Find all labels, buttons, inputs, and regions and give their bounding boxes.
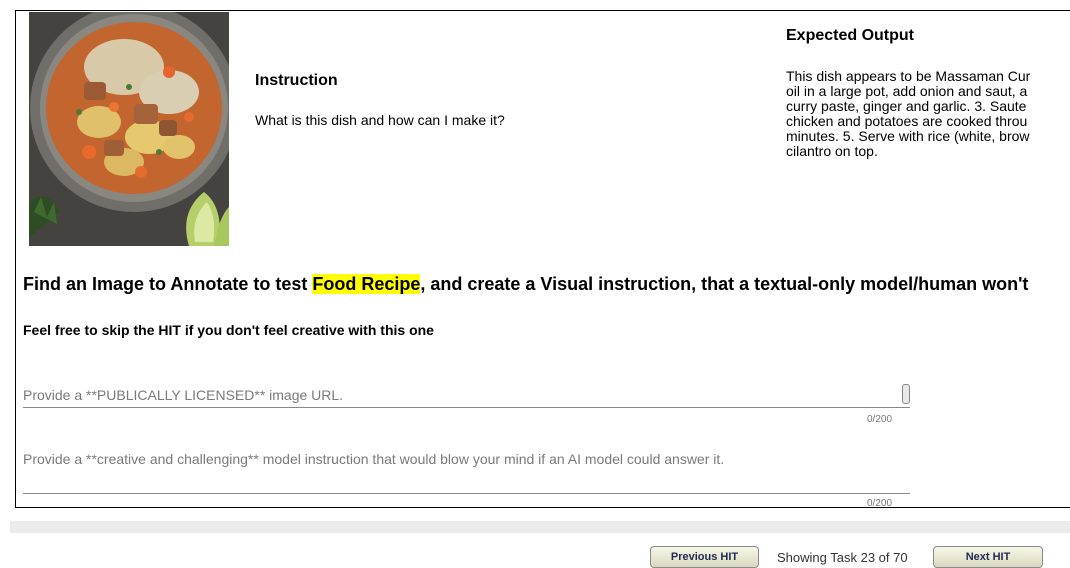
expected-output-text: This dish appears to be Massaman Cur oil…: [786, 69, 1070, 159]
model-instruction-field: [23, 451, 910, 494]
next-hit-button[interactable]: Next HIT: [933, 546, 1043, 568]
model-instruction-input[interactable]: [23, 451, 893, 467]
expected-output-line: chicken and potatoes are cooked throu: [786, 113, 1028, 129]
food-image: [29, 12, 229, 246]
image-url-input[interactable]: [23, 387, 893, 403]
expected-output-line: curry paste, ginger and garlic. 3. Saute: [786, 98, 1027, 114]
food-image-graphic: [29, 12, 229, 246]
task-category-highlight: Food Recipe: [312, 274, 421, 294]
expected-output-line: This dish appears to be Massaman Cur: [786, 69, 1031, 84]
expected-output-line: cilantro on top.: [786, 143, 878, 159]
expected-output-heading: Expected Output: [786, 27, 915, 44]
model-instruction-char-counter: 0/200: [867, 498, 893, 508]
footer-divider: [10, 521, 1070, 533]
task-panel: Instruction What is this dish and how ca…: [15, 10, 1070, 508]
expected-output-line: oil in a large pot, add onion and saut, …: [786, 83, 1028, 99]
task-subtitle: Feel free to skip the HIT if you don't f…: [23, 322, 434, 338]
task-counter: Showing Task 23 of 70: [777, 550, 908, 565]
instruction-text: What is this dish and how can I make it?: [255, 112, 505, 128]
expected-output-line: minutes. 5. Serve with rice (white, brow: [786, 128, 1030, 144]
image-url-field: [23, 387, 910, 408]
task-title: Find an Image to Annotate to test Food R…: [23, 274, 1028, 295]
task-title-prefix: Find an Image to Annotate to test: [23, 274, 313, 294]
task-title-suffix: , and create a Visual instruction, that …: [420, 274, 1029, 294]
instruction-heading: Instruction: [255, 72, 338, 89]
image-url-char-counter: 0/200: [867, 414, 893, 425]
scrollbar-handle[interactable]: [902, 384, 910, 404]
previous-hit-button[interactable]: Previous HIT: [650, 546, 759, 568]
